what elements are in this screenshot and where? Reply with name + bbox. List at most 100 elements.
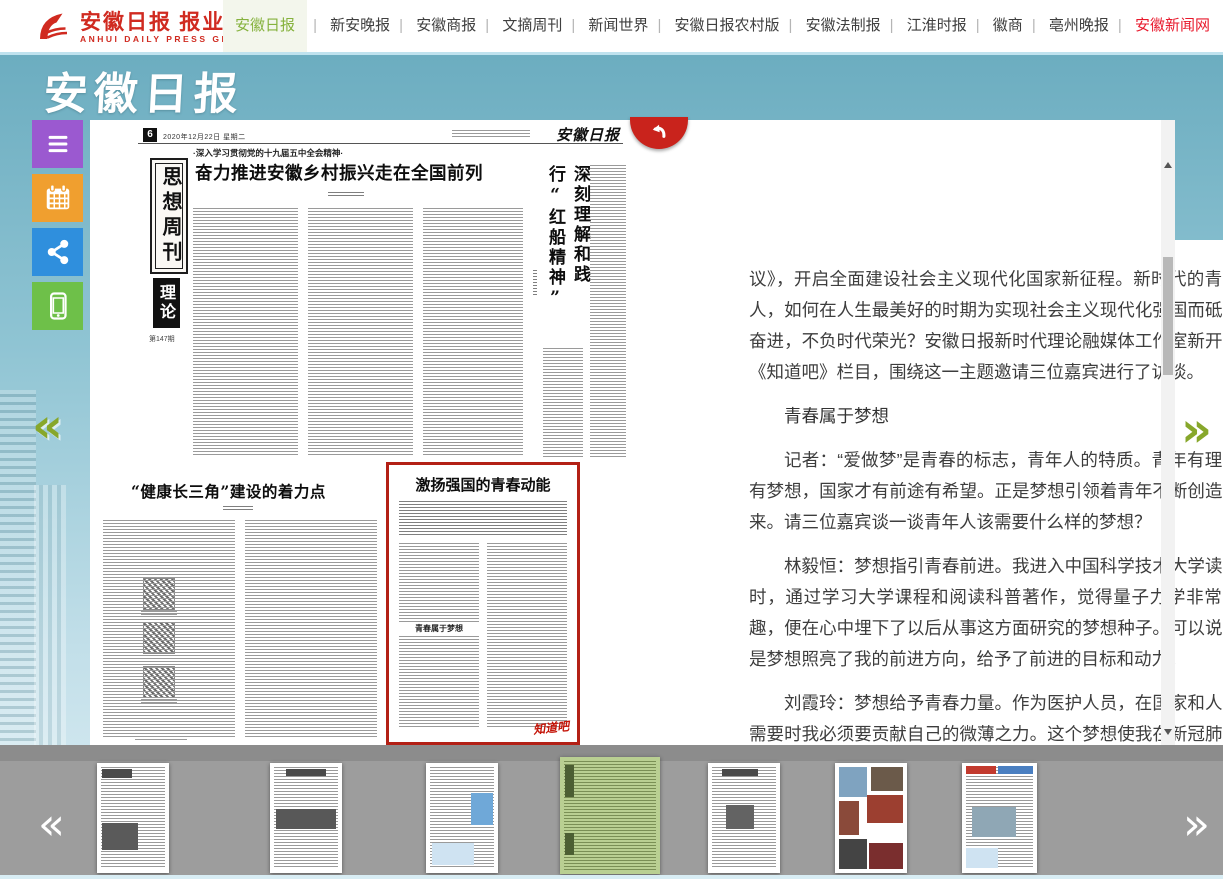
page-number: 6 xyxy=(143,128,157,142)
calendar-button[interactable] xyxy=(32,174,83,222)
section-label: 理论 xyxy=(153,278,180,328)
text-column xyxy=(590,165,626,457)
hamburger-icon xyxy=(43,129,73,159)
nav-item-xinan-evening[interactable]: 新安晚报 xyxy=(327,0,393,52)
thumb-photo-block xyxy=(102,823,138,850)
menu-button[interactable] xyxy=(32,120,83,168)
thumb-box-block xyxy=(432,843,474,865)
thumb-chart-block xyxy=(471,793,493,825)
text-column xyxy=(487,543,567,729)
text-column xyxy=(399,543,479,729)
red-sail-logo-icon xyxy=(32,9,72,45)
building-silhouette xyxy=(0,390,36,802)
reader-scrollbar[interactable] xyxy=(1161,120,1175,745)
article-eyebrow: ·深入学习贯彻党的十九届五中全会精神· xyxy=(193,147,343,159)
thumb-photo-block xyxy=(839,767,867,797)
bottom-article-headline[interactable]: “健康长三角”建设的着力点 xyxy=(131,480,326,502)
nav-item-news-world[interactable]: 新闻世界 xyxy=(585,0,651,52)
text-column xyxy=(193,208,298,456)
thumb-banner-block xyxy=(998,766,1033,774)
text-column xyxy=(103,520,235,738)
top-header: 安徽日报 报业集团 ANHUI DAILY PRESS GROUP 安徽日报 新… xyxy=(0,0,1223,55)
page-thumbnail-selected[interactable] xyxy=(560,757,660,874)
highlighted-article-box[interactable]: 激扬强国的青春动能 青春属于梦想 知道吧 xyxy=(386,462,580,745)
nav-item-legal-daily[interactable]: 安徽法制报 xyxy=(803,0,884,52)
nav-item-huishang[interactable]: 徽商 xyxy=(990,0,1026,52)
page-date: 2020年12月22日 星期二 xyxy=(163,132,246,142)
thumb-text-lines xyxy=(564,761,656,870)
nav-separator xyxy=(1118,17,1122,34)
thumb-photo-block xyxy=(869,843,903,869)
text-column xyxy=(423,208,523,456)
nav-item-bozhou-evening[interactable]: 亳州晚报 xyxy=(1046,0,1112,52)
page-thumbnail[interactable] xyxy=(426,763,498,873)
lead-article-headline[interactable]: 奋力推进安徽乡村振兴走在全国前列 xyxy=(195,160,495,185)
page-thumbnail[interactable] xyxy=(97,763,169,873)
page-header-rule xyxy=(138,143,623,144)
newspaper-nav: 安徽日报 新安晚报 安徽商报 文摘周刊 新闻世界 安徽日报农村版 安徽法制报 江… xyxy=(223,0,1213,52)
nav-separator xyxy=(485,17,489,34)
byline-line xyxy=(223,506,253,511)
nav-separator xyxy=(399,17,403,34)
nav-separator xyxy=(313,17,317,34)
page-bottom-edge xyxy=(0,875,1223,879)
thumb-headline-block xyxy=(722,769,758,776)
nav-item-rural-edition[interactable]: 安徽日报农村版 xyxy=(672,0,783,52)
byline-line xyxy=(533,270,537,296)
article-paragraph: 记者：“爱做梦”是青春的标志，青年人的特质。青年有理想有梦想，国家才有前途有希望… xyxy=(749,445,1223,538)
thumb-photo-block xyxy=(276,809,336,829)
mobile-phone-icon xyxy=(43,291,73,321)
nav-item-jianghuai-times[interactable]: 江淮时报 xyxy=(904,0,970,52)
nav-separator xyxy=(571,17,575,34)
next-page-chevron[interactable]: » xyxy=(1181,408,1212,452)
page-thumbnail-strip: « xyxy=(0,745,1223,875)
mobile-button[interactable] xyxy=(32,282,83,330)
page-editor-info-lines xyxy=(452,130,530,138)
thumb-photo-block xyxy=(972,807,1016,837)
thumb-headline-block xyxy=(286,769,326,776)
article-subheading: 青春属于梦想 xyxy=(749,401,1223,432)
thumb-headline-block xyxy=(102,769,132,778)
thumb-masthead-block xyxy=(966,766,996,774)
calendar-icon xyxy=(43,183,73,213)
issue-number: 第147期 xyxy=(149,334,175,344)
text-column xyxy=(308,208,413,456)
scroll-up-arrow[interactable] xyxy=(1164,162,1172,168)
thumb-photo-block xyxy=(871,767,903,791)
scrollbar-thumb[interactable] xyxy=(1163,257,1173,375)
thumbnails-prev-chevron[interactable]: « xyxy=(38,803,65,847)
masthead-title: 安徽日报 xyxy=(42,58,245,122)
thumb-banner-block xyxy=(565,765,574,797)
nav-item-digest-weekly[interactable]: 文摘周刊 xyxy=(499,0,565,52)
nav-item-anhui-news-net[interactable]: 安徽新闻网 xyxy=(1132,0,1213,52)
nav-item-anhui-business[interactable]: 安徽商报 xyxy=(413,0,479,52)
nav-separator xyxy=(1032,17,1036,34)
thumb-photo-block xyxy=(839,801,859,835)
page-thumbnail[interactable] xyxy=(708,763,780,873)
scroll-down-arrow[interactable] xyxy=(1164,729,1172,735)
highlighted-article-title: 激扬强国的青春动能 xyxy=(389,474,577,495)
article-paragraph: 议》，开启全面建设社会主义现代化国家新征程。新时代的青年人，如何在人生最美好的时… xyxy=(749,264,1223,388)
nav-item-anhui-daily[interactable]: 安徽日报 xyxy=(223,0,307,52)
nav-separator xyxy=(890,17,894,34)
main-panel: 6 2020年12月22日 星期二 安徽日报 思想周刊 理论 第147期 ·深入… xyxy=(90,120,1175,745)
column-logo: 知道吧 xyxy=(532,717,570,738)
previous-page-chevron[interactable]: « xyxy=(32,404,63,448)
share-button[interactable] xyxy=(32,228,83,276)
newspaper-page[interactable]: 6 2020年12月22日 星期二 安徽日报 思想周刊 理论 第147期 ·深入… xyxy=(93,120,630,745)
nav-separator xyxy=(657,17,661,34)
thumbnails-next-chevron[interactable]: » xyxy=(1183,803,1210,847)
thumb-photo-block xyxy=(839,839,867,869)
page-thumbnail[interactable] xyxy=(270,763,342,873)
byline-line xyxy=(328,192,364,197)
epaper-app: 安徽日报 报业集团 ANHUI DAILY PRESS GROUP 安徽日报 新… xyxy=(0,0,1223,879)
back-arrow-icon xyxy=(646,118,672,144)
page-thumbnail[interactable] xyxy=(962,763,1037,873)
vertical-article-headline[interactable]: 深刻理解和践行“红船精神” xyxy=(543,165,593,340)
thumb-banner-block xyxy=(565,833,574,855)
text-column xyxy=(245,520,377,738)
page-thumbnail[interactable] xyxy=(835,763,907,873)
article-subhead: 青春属于梦想 xyxy=(399,623,479,634)
thumb-photo-block xyxy=(726,805,754,829)
article-paragraph: 林毅恒：梦想指引青春前进。我进入中国科学技术大学读书时，通过学习大学课程和阅读科… xyxy=(749,551,1223,675)
